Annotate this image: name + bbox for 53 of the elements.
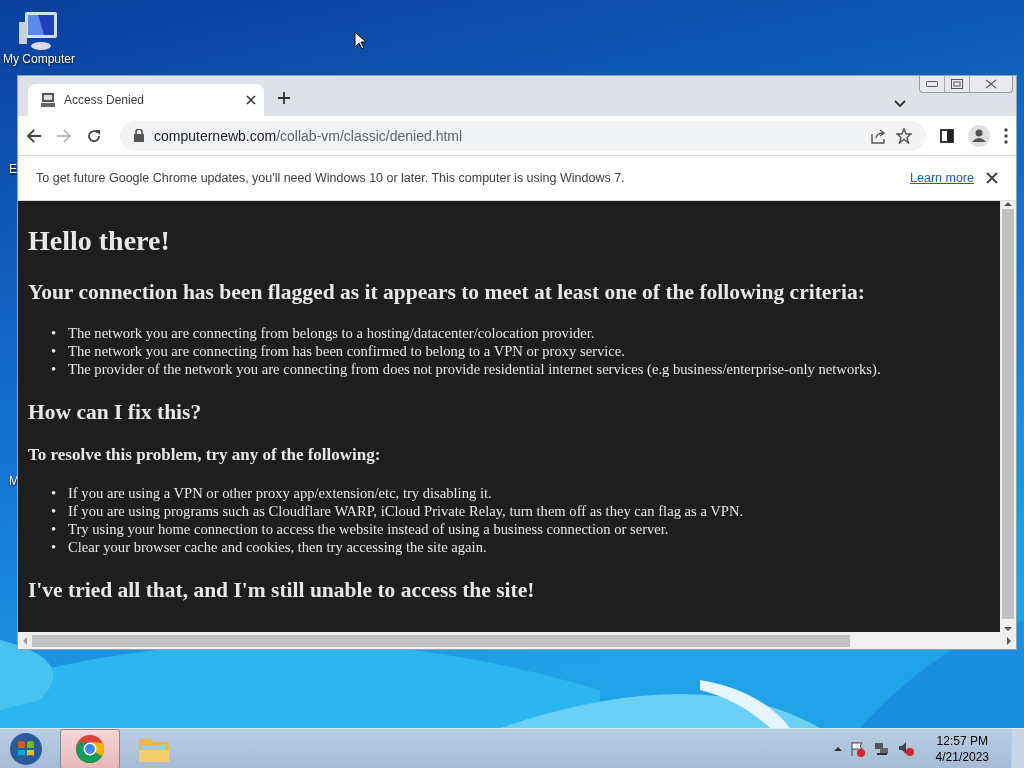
scroll-right-icon[interactable]: [1006, 636, 1012, 645]
star-icon[interactable]: [896, 127, 912, 144]
network-icon[interactable]: [873, 740, 890, 757]
bullet-item: The provider of the network you are connecting from does not provide residential internet services (e.g business/enterprise-only networks).: [68, 360, 881, 378]
subheading: To resolve this problem, try any of the following:: [28, 445, 382, 465]
taskbar-app-button[interactable]: [60, 728, 120, 768]
section-heading: I've tried all that, and I'm still unable to access the site!: [28, 577, 536, 603]
reload-icon[interactable]: [86, 127, 102, 144]
back-arrow-icon[interactable]: [26, 127, 42, 144]
start-button-icon[interactable]: [9, 731, 43, 766]
update-notice: To get future Google Chrome updates, you'll need Windows 10 or later. This computer is using Windows 7.: [36, 171, 626, 185]
bullet-marker: •: [51, 538, 58, 556]
close-icon[interactable]: [986, 172, 998, 184]
volume-muted-icon[interactable]: [897, 740, 914, 757]
minimize-icon[interactable]: [926, 81, 938, 87]
plus-icon[interactable]: [278, 92, 290, 104]
profile-icon[interactable]: [968, 124, 990, 147]
browser-tab[interactable]: Access Denied: [28, 84, 264, 116]
tray-expand-icon[interactable]: [833, 745, 842, 752]
bullet-marker: •: [51, 360, 58, 378]
horizontal-scrollbar[interactable]: [18, 632, 1016, 649]
close-icon[interactable]: [246, 95, 256, 105]
share-icon[interactable]: [870, 127, 886, 144]
flag-error-icon[interactable]: [849, 740, 866, 757]
learn-more-link[interactable]: Learn more: [910, 171, 974, 185]
lock-icon: [134, 129, 144, 142]
bullet-marker: •: [51, 324, 58, 342]
address-bar[interactable]: computernewb.com/collab-vm/classic/denied.html: [120, 120, 926, 151]
desktop-icon-label[interactable]: My Computer: [3, 52, 75, 66]
bullet-item: If you are using programs such as Cloudflare WARP, iCloud Private Relay, turn them off as they can flag as a VPN.: [68, 502, 744, 520]
maximize-icon[interactable]: [951, 79, 963, 89]
side-panel-icon[interactable]: [940, 128, 954, 143]
bullet-item: The network you are connecting from belongs to a hosting/datacenter/colocation provider.: [68, 324, 595, 342]
section-heading: How can I fix this?: [28, 399, 203, 425]
mouse-cursor-icon: [354, 31, 367, 50]
bullet-item: If you are using a VPN or other proxy app/extension/etc, try disabling it.: [68, 484, 492, 502]
bullet-marker: •: [51, 484, 58, 502]
bullet-marker: •: [51, 342, 58, 360]
section-heading: Your connection has been flagged as it appears to meet at least one of the following criteria:: [28, 279, 866, 305]
computer-icon: [40, 92, 56, 108]
chrome-icon[interactable]: [75, 733, 105, 764]
bullet-marker: •: [51, 502, 58, 520]
bullet-item: Clear your browser cache and cookies, then try accessing the site again.: [68, 538, 487, 556]
bullet-item: Try using your home connection to access the website instead of using a business connection or server.: [68, 520, 669, 538]
page-heading: Hello there!: [28, 224, 171, 258]
bullet-item: The network you are connecting from has been confirmed to belong to a VPN or proxy service.: [68, 342, 625, 360]
menu-icon[interactable]: [1004, 127, 1008, 144]
clock-time[interactable]: 12:57 PM: [936, 732, 988, 749]
desktop-icon-label[interactable]: E: [9, 162, 17, 176]
clock-date[interactable]: 4/21/2023: [935, 748, 989, 765]
chevron-down-icon[interactable]: [894, 100, 906, 108]
bullet-marker: •: [51, 520, 58, 538]
vertical-scrollbar[interactable]: [1000, 201, 1016, 632]
